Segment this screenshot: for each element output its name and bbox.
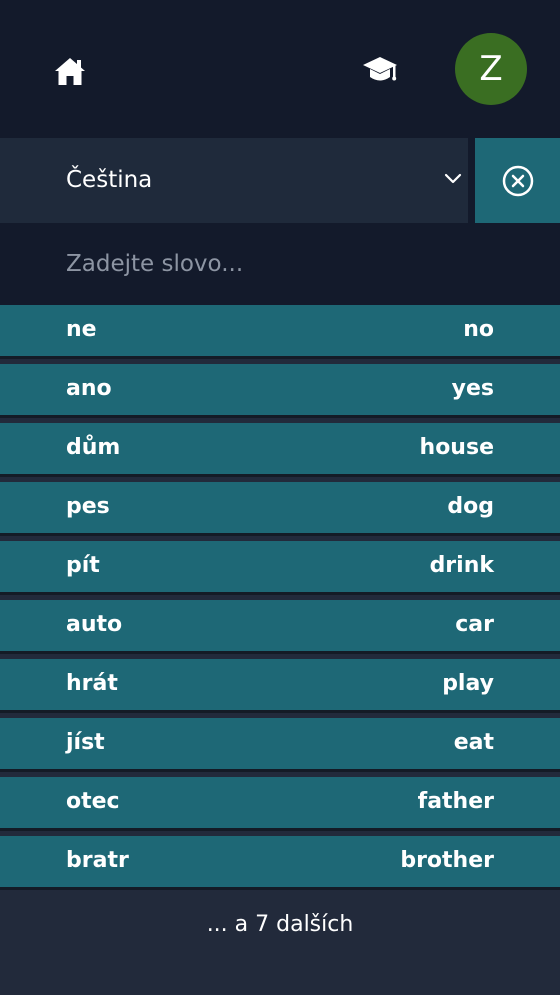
word-source: auto bbox=[66, 612, 123, 637]
language-select[interactable]: Čeština bbox=[0, 138, 468, 223]
avatar-letter: Z bbox=[479, 49, 503, 89]
more-words-link[interactable]: ... a 7 dalších bbox=[0, 912, 560, 937]
word-source: pes bbox=[66, 494, 110, 519]
word-translation: yes bbox=[451, 376, 494, 401]
word-translation: car bbox=[455, 612, 494, 637]
word-translation: father bbox=[417, 789, 494, 814]
word-translation: house bbox=[419, 435, 494, 460]
avatar[interactable]: Z bbox=[455, 33, 527, 105]
clear-language-button[interactable] bbox=[475, 138, 560, 223]
list-item[interactable]: hrát play bbox=[0, 659, 560, 710]
word-translation: play bbox=[442, 671, 494, 696]
word-source: jíst bbox=[66, 730, 105, 755]
language-selected-label: Čeština bbox=[66, 167, 153, 193]
word-source: pít bbox=[66, 553, 100, 578]
search-input[interactable] bbox=[0, 223, 560, 305]
list-item[interactable]: ano yes bbox=[0, 364, 560, 415]
word-translation: eat bbox=[453, 730, 494, 755]
word-translation: no bbox=[463, 317, 494, 342]
word-source: ano bbox=[66, 376, 112, 401]
word-list: ne no ano yes dům house pes dog pít drin… bbox=[0, 305, 560, 895]
close-circle-icon bbox=[502, 165, 533, 196]
word-source: otec bbox=[66, 789, 120, 814]
list-item[interactable]: otec father bbox=[0, 777, 560, 828]
word-source: ne bbox=[66, 317, 97, 342]
home-button[interactable] bbox=[50, 52, 90, 92]
word-source: bratr bbox=[66, 848, 129, 873]
chevron-down-icon bbox=[444, 173, 462, 184]
word-translation: drink bbox=[429, 553, 494, 578]
list-item[interactable]: auto car bbox=[0, 600, 560, 651]
home-icon bbox=[55, 58, 85, 85]
word-source: hrát bbox=[66, 671, 118, 696]
list-item[interactable]: bratr brother bbox=[0, 836, 560, 887]
word-translation: dog bbox=[447, 494, 494, 519]
word-source: dům bbox=[66, 435, 121, 460]
list-item[interactable]: ne no bbox=[0, 305, 560, 356]
graduation-cap-icon bbox=[363, 57, 397, 81]
list-item[interactable]: pít drink bbox=[0, 541, 560, 592]
list-item[interactable]: pes dog bbox=[0, 482, 560, 533]
top-bar: Z bbox=[0, 0, 560, 138]
language-row: Čeština bbox=[0, 138, 560, 223]
search-row bbox=[0, 223, 560, 305]
list-item[interactable]: dům house bbox=[0, 423, 560, 474]
list-item[interactable]: jíst eat bbox=[0, 718, 560, 769]
learn-button[interactable] bbox=[358, 50, 402, 90]
word-translation: brother bbox=[400, 848, 494, 873]
